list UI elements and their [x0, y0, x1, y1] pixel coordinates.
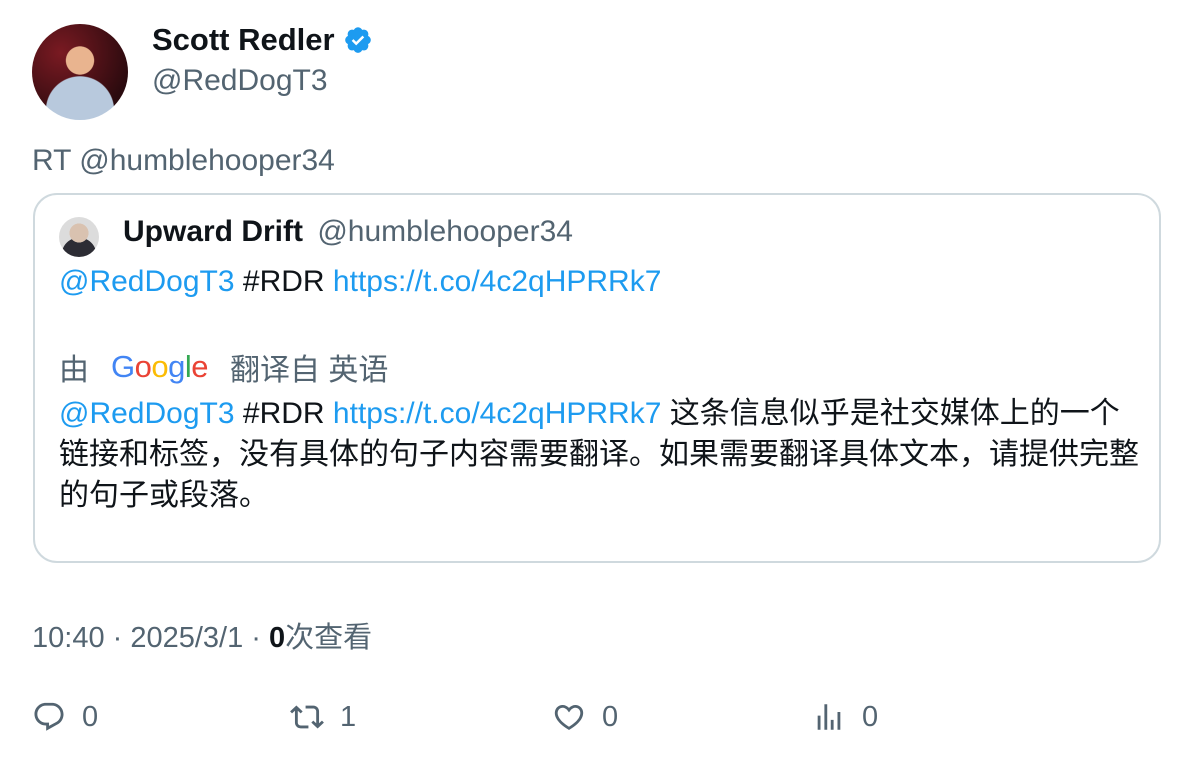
reply-icon — [34, 702, 64, 731]
mention-link[interactable]: @RedDogT3 — [59, 265, 235, 298]
views-action-count: 0 — [862, 700, 879, 733]
author-name-row: Scott Redler — [152, 22, 373, 58]
retweet-text: RT @humblehooper34 — [32, 144, 335, 177]
quoted-tweet-text: @RedDogT3 #RDR https://t.co/4c2qHPRRk7 — [59, 265, 661, 299]
google-logo: Google — [111, 349, 209, 384]
quoted-author-header: Upward Drift @humblehooper34 — [123, 215, 573, 249]
tweet-meta: 10:40 · 2025/3/1 · 0次查看 — [32, 614, 372, 656]
retweet-icon — [290, 705, 324, 729]
translation-attribution: 由 Google 翻译自 英语 — [59, 345, 388, 389]
reply-button[interactable]: 0 — [32, 700, 98, 734]
url-link[interactable]: https://t.co/4c2qHPRRk7 — [333, 265, 661, 298]
translated-hashtag[interactable]: #RDR — [243, 397, 325, 430]
author-handle[interactable]: @RedDogT3 — [152, 64, 328, 98]
retweet-button[interactable]: 1 — [290, 700, 356, 734]
hashtag[interactable]: #RDR — [243, 265, 325, 298]
author-avatar[interactable] — [32, 24, 128, 120]
views-label: 次查看 — [285, 622, 373, 654]
action-bar: 0 1 0 0 — [32, 700, 1172, 744]
quoted-author-avatar[interactable] — [59, 217, 99, 257]
translated-mention-link[interactable]: @RedDogT3 — [59, 397, 235, 430]
author-name[interactable]: Scott Redler — [152, 22, 335, 58]
timestamp[interactable]: 10:40 · 2025/3/1 · — [32, 622, 269, 654]
analytics-icon — [817, 704, 841, 730]
translated-text: @RedDogT3 #RDR https://t.co/4c2qHPRRk7 这… — [59, 393, 1139, 516]
quoted-author-name[interactable]: Upward Drift — [123, 215, 303, 248]
verified-badge-icon — [344, 27, 371, 53]
translated-from-label: 翻译自 英语 — [230, 354, 389, 387]
translated-url-link[interactable]: https://t.co/4c2qHPRRk7 — [333, 397, 661, 430]
quoted-author-handle[interactable]: @humblehooper34 — [317, 215, 573, 248]
reply-count: 0 — [82, 700, 99, 733]
heart-icon — [554, 704, 584, 730]
views-count: 0 — [269, 622, 286, 654]
like-button[interactable]: 0 — [552, 700, 618, 734]
translated-by-label: 由 — [59, 354, 89, 387]
retweet-count: 1 — [340, 700, 357, 733]
like-count: 0 — [602, 700, 619, 733]
views-button[interactable]: 0 — [812, 700, 878, 734]
quoted-tweet-card[interactable]: Upward Drift @humblehooper34 @RedDogT3 #… — [33, 193, 1161, 563]
